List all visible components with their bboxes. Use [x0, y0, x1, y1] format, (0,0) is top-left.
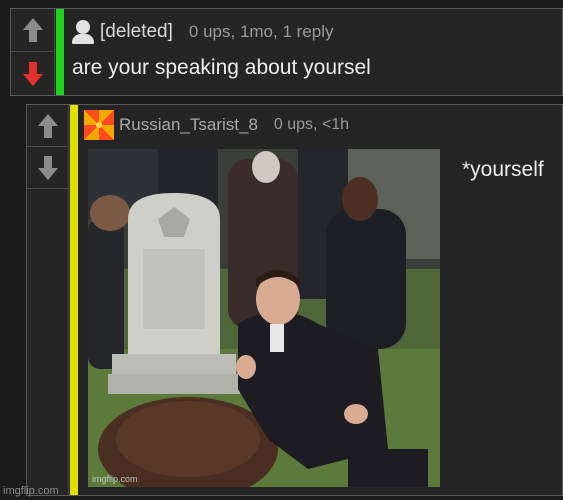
thread-bar [70, 105, 78, 495]
arrow-up-icon [22, 18, 43, 42]
comment-body: Russian_Tsarist_8 0 ups, <1h imgflip.com… [78, 105, 562, 495]
vote-column [27, 105, 69, 495]
thread-bar [56, 9, 64, 95]
username[interactable]: [deleted] [100, 21, 173, 43]
comment-meta: 0 ups, 1mo, 1 reply [188, 22, 334, 41]
arrow-down-icon [22, 61, 43, 86]
downvote-button[interactable] [27, 147, 69, 189]
meme-image[interactable]: imgflip.com [88, 149, 440, 487]
upvote-button[interactable] [11, 9, 55, 52]
comment-body: [deleted] 0 ups, 1mo, 1 reply are your s… [64, 9, 562, 95]
meme-illustration [88, 149, 440, 487]
comment-text: *yourself [462, 158, 544, 181]
downvote-button[interactable] [11, 52, 55, 95]
comment-text: are your speaking about yoursel [72, 56, 371, 79]
comment-deleted: [deleted] 0 ups, 1mo, 1 reply are your s… [10, 8, 563, 96]
comment-header: [deleted] 0 ups, 1mo, 1 reply [72, 17, 333, 47]
comment-header: Russian_Tsarist_8 0 ups, <1h [84, 110, 349, 140]
arrow-up-icon [37, 113, 58, 138]
username[interactable]: Russian_Tsarist_8 [119, 115, 258, 135]
meme-watermark: imgflip.com [92, 474, 138, 484]
vote-column [11, 9, 55, 95]
arrow-down-icon [37, 155, 58, 180]
pinwheel-avatar-icon[interactable] [84, 110, 114, 140]
user-silhouette-icon [72, 20, 94, 44]
upvote-button[interactable] [27, 105, 69, 147]
comment-meta: 0 ups, <1h [273, 116, 350, 133]
site-watermark: imgflip.com [3, 485, 59, 497]
comment-reply: Russian_Tsarist_8 0 ups, <1h imgflip.com… [26, 104, 563, 496]
